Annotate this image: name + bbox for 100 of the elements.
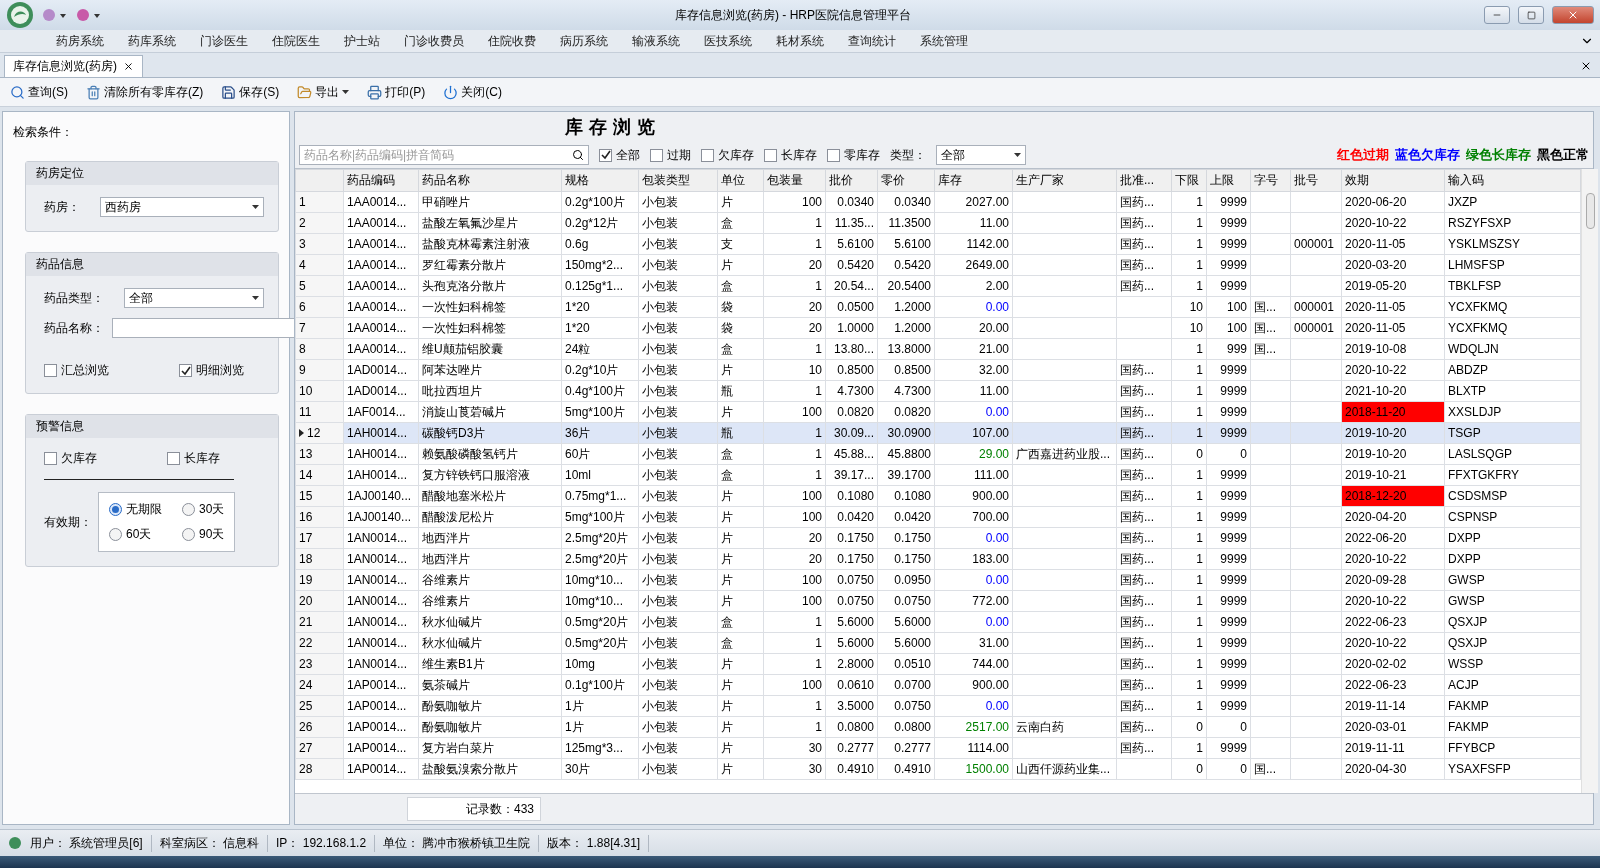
checkbox[interactable]: 明细浏览 [179,362,244,379]
column-header[interactable]: 字号 [1250,169,1291,192]
table-row[interactable]: 11 1AF0014... 消旋山莨菪碱片 5mg*100片 小包装 片 100 0.0820 0.0820 0.00 国药... 1 9999 2018-11-20 XXSLDJP [295,401,1581,423]
radio-button[interactable]: 60天 [109,526,162,543]
column-header[interactable]: 单位 [717,169,764,192]
toolbar-button[interactable]: 打印(P) [365,81,428,103]
menu-item[interactable]: 耗材系统 [764,32,836,50]
menu-item[interactable]: 住院医生 [260,32,332,50]
checkbox[interactable]: 汇总浏览 [44,362,109,379]
table-row[interactable]: 8 1AA0014... 维U颠茄铝胶囊 24粒 小包装 盒 1 13.80... 13.8000 21.00 1 999 国... 2019-10-08 WDQLJN [295,338,1581,360]
table-row[interactable]: 5 1AA0014... 头孢克洛分散片 0.125g*1... 小包装 盒 1 20.54... 20.5400 2.00 国药... 1 9999 2019-05-20 TBKLFSP [295,275,1581,297]
table-cell: 2022-06-23 [1341,674,1445,696]
column-header[interactable]: 批价 [825,169,878,192]
table-row[interactable]: 24 1AP0014... 氨茶碱片 0.1g*100片 小包装 片 100 0.0610 0.0700 900.00 国药... 1 9999 2022-06-23 ACJP [295,674,1581,696]
checkbox[interactable]: 零库存 [827,146,880,164]
document-tab[interactable]: 库存信息浏览(药房) [4,55,143,77]
close-icon[interactable] [1580,60,1592,72]
save-icon [221,84,237,100]
table-row[interactable]: 1 1AA0014... 甲硝唑片 0.2g*100片 小包装 片 100 0.0340 0.0340 2027.00 国药... 1 9999 2020-06-20 JXZP [295,191,1581,213]
scrollbar[interactable] [1581,169,1598,793]
table-cell: 2.5mg*20片 [561,548,639,570]
close-button[interactable] [1552,6,1594,24]
maximize-button[interactable] [1518,6,1544,24]
table-row[interactable]: 18 1AN0014... 地西泮片 2.5mg*20片 小包装 片 20 0.1750 0.1750 183.00 国药... 1 9999 2020-10-22 DXPP [295,548,1581,570]
table-row[interactable]: 15 1AJ00140... 醋酸地塞米松片 0.75mg*1... 小包装 片 100 0.1080 0.1080 900.00 国药... 1 9999 2018-12-20 CSDSMSP [295,485,1581,507]
menu-item[interactable]: 医技系统 [692,32,764,50]
checkbox[interactable]: 过期 [650,146,691,164]
table-row[interactable]: 12 1AH0014... 碳酸钙D3片 36片 小包装 瓶 1 30.09... 30.0900 107.00 国药... 1 9999 2019-10-20 TSGP [295,422,1581,444]
menu-item[interactable]: 住院收费 [476,32,548,50]
toolbar-button[interactable]: 查询(S) [8,81,70,103]
menu-item[interactable]: 查询统计 [836,32,908,50]
menu-item[interactable]: 药房系统 [44,32,116,50]
menu-item[interactable]: 输液系统 [620,32,692,50]
toolbar-button[interactable]: 清除所有零库存(Z) [84,81,206,103]
table-row[interactable]: 20 1AN0014... 谷维素片 10mg*10... 小包装 片 100 0.0750 0.0750 772.00 国药... 1 9999 2020-10-22 GWSP [295,590,1581,612]
column-header[interactable]: 零价 [877,169,935,192]
column-header[interactable]: 批准... [1116,169,1172,192]
type-dropdown[interactable]: 全部 [936,145,1026,165]
column-header[interactable]: 药品编码 [343,169,419,192]
column-header[interactable]: 库存 [934,169,1013,192]
radio-button[interactable]: 30天 [182,501,225,518]
menu-item[interactable]: 门诊收费员 [392,32,476,50]
search-field[interactable]: 药品名称|药品编码|拼音简码 [299,145,589,165]
table-row[interactable]: 19 1AN0014... 谷维素片 10mg*10... 小包装 片 100 0.0750 0.0950 0.00 国药... 1 9999 2020-09-28 GWSP [295,569,1581,591]
table-row[interactable]: 26 1AP0014... 酚氨咖敏片 1片 小包装 片 1 0.0800 0.0800 2517.00 云南白药 国药... 0 0 2020-03-01 FAKMP [295,716,1581,738]
menu-item[interactable]: 药库系统 [116,32,188,50]
column-header[interactable]: 下限 [1171,169,1207,192]
checkbox[interactable]: 欠库存 [701,146,754,164]
column-header[interactable]: 生产厂家 [1012,169,1117,192]
column-header[interactable]: 规格 [561,169,639,192]
radio-button[interactable]: 无期限 [109,501,162,518]
menu-item[interactable]: 系统管理 [908,32,980,50]
table-row[interactable]: 17 1AN0014... 地西泮片 2.5mg*20片 小包装 片 20 0.1750 0.1750 0.00 国药... 1 9999 2022-06-20 DXPP [295,527,1581,549]
table-row[interactable]: 4 1AA0014... 罗红霉素分散片 150mg*2... 小包装 片 20 0.5420 0.5420 2649.00 国药... 1 9999 2020-03-20 LHMSFSP [295,254,1581,276]
input-field[interactable] [112,318,295,338]
radio-button[interactable]: 90天 [182,526,225,543]
table-cell: 1500.00 [934,758,1013,780]
menu-item[interactable]: 门诊医生 [188,32,260,50]
quick-access-icon[interactable] [42,8,68,22]
table-cell: 9999 [1206,212,1251,234]
column-header[interactable]: 药品名称 [418,169,562,192]
column-header[interactable]: 上限 [1206,169,1251,192]
minimize-button[interactable] [1484,6,1510,24]
toolbar-button[interactable]: 关闭(C) [441,81,504,103]
menu-item[interactable]: 病历系统 [548,32,620,50]
checkbox[interactable]: 长库存 [167,450,220,467]
table-row[interactable]: 21 1AN0014... 秋水仙碱片 0.5mg*20片 小包装 盒 1 5.6000 5.6000 0.00 国药... 1 9999 2022-06-23 QSXJP [295,611,1581,633]
column-header[interactable]: 效期 [1341,169,1445,192]
quick-access-icon[interactable] [76,8,102,22]
table-row[interactable]: 7 1AA0014... 一次性妇科棉签 1*20 小包装 袋 20 1.0000 1.2000 20.00 10 100 国... 000001 2020-11-05 YCXFKMQ [295,317,1581,339]
table-row[interactable]: 2 1AA0014... 盐酸左氧氟沙星片 0.2g*12片 小包装 盒 1 11.35... 11.3500 11.00 国药... 1 9999 2020-10-22 RSZYFSXP [295,212,1581,234]
table-row[interactable]: 6 1AA0014... 一次性妇科棉签 1*20 小包装 袋 20 0.0500 1.2000 0.00 10 100 国... 000001 2020-11-05 YCXFKMQ [295,296,1581,318]
table-row[interactable]: 14 1AH0014... 复方锌铁钙口服溶液 10ml 小包装 盒 1 39.17... 39.1700 111.00 国药... 1 9999 2019-10-21 FFXTGKFRY [295,464,1581,486]
table-row[interactable]: 9 1AD0014... 阿苯达唑片 0.2g*10片 小包装 片 10 0.8500 0.8500 32.00 国药... 1 9999 2020-10-22 ABDZP [295,359,1581,381]
pharmacy-dropdown[interactable]: 西药房 [100,197,264,217]
table-row[interactable]: 16 1AJ00140... 醋酸泼尼松片 5mg*100片 小包装 片 100 0.0420 0.0420 700.00 国药... 1 9999 2020-04-20 CSPNSP [295,506,1581,528]
table-row[interactable]: 13 1AH0014... 赖氨酸磷酸氢钙片 60片 小包装 盒 1 45.88... 45.8800 29.00 广西嘉进药业股... 国药... 0 0 2019-10-20 LASLSQGP [295,443,1581,465]
column-header[interactable]: 批号 [1290,169,1342,192]
checkbox[interactable]: 欠库存 [44,450,97,467]
close-icon[interactable] [123,61,134,72]
checkbox[interactable]: 长库存 [764,146,817,164]
table-row[interactable]: 28 1AP0014... 盐酸氨溴索分散片 30片 小包装 片 30 0.4910 0.4910 1500.00 山西仟源药业集... 0 0 国... 2020-04-30 YSAXFSFP [295,758,1581,780]
toolbar-button[interactable]: 保存(S) [219,81,282,103]
column-header[interactable]: 包装类型 [638,169,718,192]
table-cell: 100 [763,485,826,507]
type-dropdown[interactable]: 全部 [124,288,264,308]
table-cell: 1 [1171,380,1207,402]
column-header[interactable]: 输入码 [1444,169,1581,192]
table-cell: 1 [1171,401,1207,423]
table-row[interactable]: 10 1AD0014... 吡拉西坦片 0.4g*100片 小包装 瓶 1 4.7300 4.7300 11.00 国药... 1 9999 2021-10-20 BLXTP [295,380,1581,402]
table-cell: WDQLJN [1444,338,1581,360]
column-header[interactable]: 包装量 [763,169,826,192]
table-row[interactable]: 27 1AP0014... 复方岩白菜片 125mg*3... 小包装 片 30 0.2777 0.2777 1114.00 国药... 1 9999 2019-11-11 FFYBCP [295,737,1581,759]
toolbar-button[interactable]: 导出 [295,81,352,103]
table-row[interactable]: 3 1AA0014... 盐酸克林霉素注射液 0.6g 小包装 支 1 5.6100 5.6100 1142.00 国药... 1 9999 000001 2020-11-05 YSKLMSZSY [295,233,1581,255]
table-row[interactable]: 22 1AN0014... 秋水仙碱片 0.5mg*20片 小包装 盒 1 5.6000 5.6000 31.00 国药... 1 9999 2020-10-22 QSXJP [295,632,1581,654]
table-row[interactable]: 23 1AN0014... 维生素B1片 10mg 小包装 片 1 2.8000 0.0510 744.00 国药... 1 9999 2020-02-02 WSSP [295,653,1581,675]
checkbox[interactable]: 全部 [599,146,640,164]
menu-item[interactable]: 护士站 [332,32,392,50]
table-row[interactable]: 25 1AP0014... 酚氨咖敏片 1片 小包装 片 1 3.5000 0.0750 0.00 国药... 1 9999 2019-11-14 FAKMP [295,695,1581,717]
